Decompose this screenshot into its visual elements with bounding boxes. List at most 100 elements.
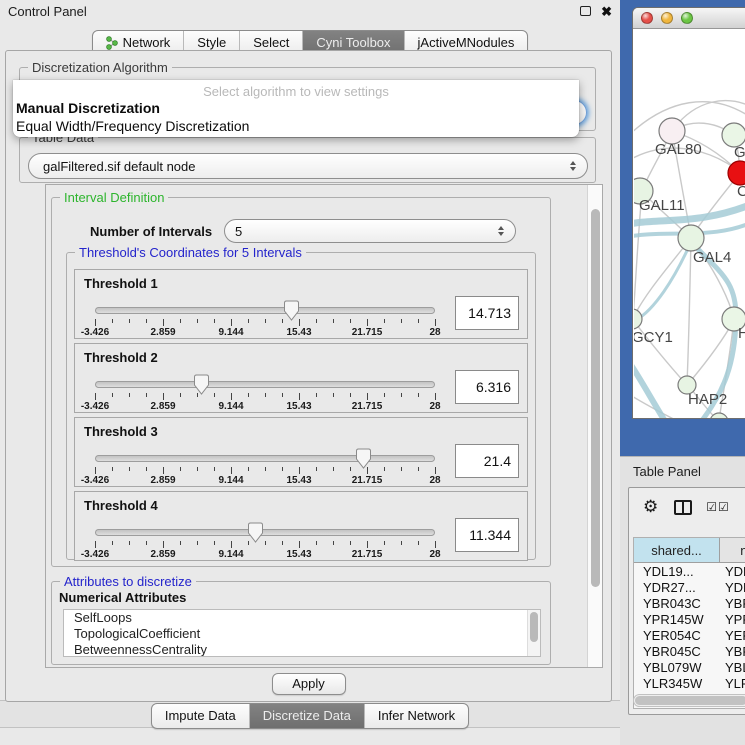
attribute-item[interactable]: TopologicalCoefficient (64, 626, 540, 642)
network-view-frame: GAL80GCGAL11GAL4GCY1HHAP2 (620, 0, 745, 456)
node-label: GAL11 (639, 197, 685, 214)
table-row[interactable]: YDL19...YDL1 (634, 564, 745, 580)
node-label: C (737, 183, 745, 200)
threshold-slider[interactable] (95, 455, 435, 462)
threshold-label: Threshold 2 (84, 350, 158, 365)
table-cell: YDL19... (634, 564, 720, 580)
threshold-value-field[interactable]: 21.4 (455, 444, 519, 478)
number-of-intervals-label: Number of Intervals (90, 224, 212, 239)
table-row[interactable]: YDR27...YDR2 (634, 580, 745, 596)
number-of-intervals-value: 5 (225, 224, 498, 239)
number-of-intervals-combobox[interactable]: 5 (224, 219, 516, 243)
tab-label: Discretize Data (263, 708, 351, 723)
table-cell: YLR3 (720, 676, 745, 692)
tab-impute-data[interactable]: Impute Data (152, 704, 249, 728)
node-gcy1[interactable] (634, 309, 642, 329)
settings-scroll-view: Interval Definition Number of Intervals … (45, 184, 603, 668)
table-row[interactable]: YLR345WYLR3 (634, 676, 745, 692)
threshold-panel: Threshold 4 -3.4262.8599.14415.4321.7152… (74, 491, 528, 561)
threshold-slider[interactable] (95, 381, 435, 388)
table-row[interactable]: YPR145WYPR1 (634, 612, 745, 628)
tab-infer-network[interactable]: Infer Network (364, 704, 468, 728)
table-cell: YDR2 (720, 580, 745, 596)
screen: Control Panel ✖ NetworkStyleSelectCyni T… (0, 0, 745, 745)
network-window: GAL80GCGAL11GAL4GCY1HHAP2 (632, 7, 745, 419)
node-table[interactable]: shared...na YDL19...YDL1YDR27...YDR2YBR0… (633, 537, 745, 709)
list-scrollbar[interactable] (527, 610, 540, 656)
table-cell: YER0 (720, 628, 745, 644)
numerical-attributes-list[interactable]: SelfLoopsTopologicalCoefficientBetweenne… (63, 609, 541, 657)
interval-definition-label: Interval Definition (60, 190, 168, 205)
combo-stepper-icon (498, 226, 504, 236)
table-panel-title: Table Panel (633, 464, 701, 479)
checkbox-icons[interactable]: ☑☑ (706, 500, 730, 514)
table-hscrollbar-thumb[interactable] (635, 696, 745, 705)
node-bottom[interactable] (710, 413, 728, 419)
bottom-tab-bar: Impute Data Discretize Data Infer Network (151, 703, 469, 729)
table-cell: YDR27... (634, 580, 720, 596)
column-header[interactable]: shared... (634, 538, 720, 563)
attribute-item[interactable]: BetweennessCentrality (64, 642, 540, 657)
close-button[interactable] (641, 12, 653, 24)
settings-vertical-scrollbar[interactable] (587, 185, 602, 667)
table-horizontal-scrollbar[interactable] (633, 694, 745, 707)
threshold-label: Threshold 3 (84, 424, 158, 439)
tab-label: Infer Network (378, 708, 455, 723)
thresholds-group-label: Threshold's Coordinates for 5 Intervals (75, 245, 306, 260)
threshold-panel: Threshold 1 -3.4262.8599.14415.4321.7152… (74, 269, 528, 339)
table-rows: YDL19...YDL1YDR27...YDR2YBR043CYBR0YPR14… (634, 564, 745, 708)
table-cell: YBL0 (720, 660, 745, 676)
cyni-toolbox-content: Discretization Algorithm Select algorith… (5, 50, 612, 702)
network-window-titlebar (633, 8, 745, 29)
apply-button[interactable]: Apply (272, 673, 346, 695)
table-cell: YBR0 (720, 644, 745, 660)
table-cell: YBL079W (634, 660, 720, 676)
network-canvas[interactable]: GAL80GCGAL11GAL4GCY1HHAP2 (634, 30, 745, 419)
tab-label: Impute Data (165, 708, 236, 723)
minimize-button[interactable] (661, 12, 673, 24)
threshold-value-field[interactable]: 6.316 (455, 370, 519, 404)
table-toolbar: ⚙ ☑☑ (629, 494, 745, 520)
threshold-slider[interactable] (95, 307, 435, 314)
algorithm-option[interactable]: Equal Width/Frequency Discretization (13, 117, 579, 135)
table-cell: YBR043C (634, 596, 720, 612)
tab-discretize-data[interactable]: Discretize Data (249, 704, 364, 728)
table-row[interactable]: YBL079WYBL0 (634, 660, 745, 676)
network-graph[interactable]: GAL80GCGAL11GAL4GCY1HHAP2 (634, 30, 745, 419)
zoom-button[interactable] (681, 12, 693, 24)
attribute-item[interactable]: SelfLoops (64, 610, 540, 626)
threshold-label: Threshold 4 (84, 498, 158, 513)
table-cell: YBR0 (720, 596, 745, 612)
table-row[interactable]: YER054CYER0 (634, 628, 745, 644)
columns-icon[interactable] (674, 500, 692, 515)
node-gal4[interactable] (678, 225, 704, 251)
column-header[interactable]: na (720, 538, 745, 563)
node-label: H (738, 325, 745, 342)
table-row[interactable]: YBR045CYBR0 (634, 644, 745, 660)
table-row[interactable]: YBR043CYBR0 (634, 596, 745, 612)
settings-scrollbar-thumb[interactable] (591, 209, 600, 587)
algorithm-option[interactable]: Manual Discretization (13, 99, 579, 117)
close-icon[interactable]: ✖ (601, 5, 612, 18)
threshold-panel: Threshold 3 -3.4262.8599.14415.4321.7152… (74, 417, 528, 487)
table-cell: YPR145W (634, 612, 720, 628)
threshold-value-field[interactable]: 14.713 (455, 296, 519, 330)
gear-icon[interactable]: ⚙ (643, 497, 658, 517)
threshold-label: Threshold 1 (84, 276, 158, 291)
node-label: G (734, 144, 745, 161)
float-window-icon[interactable] (580, 6, 591, 16)
threshold-value-field[interactable]: 11.344 (455, 518, 519, 552)
table-data-combobox[interactable]: galFiltered.sif default node (28, 153, 588, 179)
table-data-group: Table Data galFiltered.sif default node (19, 137, 596, 183)
tab-label: Network (123, 35, 171, 50)
thresholds-group: Threshold's Coordinates for 5 Intervals … (66, 252, 536, 560)
slider-tick-labels: -3.4262.8599.14415.4321.71528 (95, 401, 435, 412)
threshold-slider[interactable] (95, 529, 435, 536)
node-label: GAL80 (655, 141, 702, 158)
list-scrollbar-thumb[interactable] (530, 612, 538, 642)
algorithm-dropdown-popup: Select algorithm to view settings Manual… (13, 80, 579, 137)
attributes-group: Attributes to discretize Numerical Attri… (51, 581, 551, 665)
algorithm-hint: Select algorithm to view settings (13, 80, 579, 99)
table-data-combobox-value: galFiltered.sif default node (29, 159, 570, 174)
combo-stepper-icon (570, 161, 576, 171)
